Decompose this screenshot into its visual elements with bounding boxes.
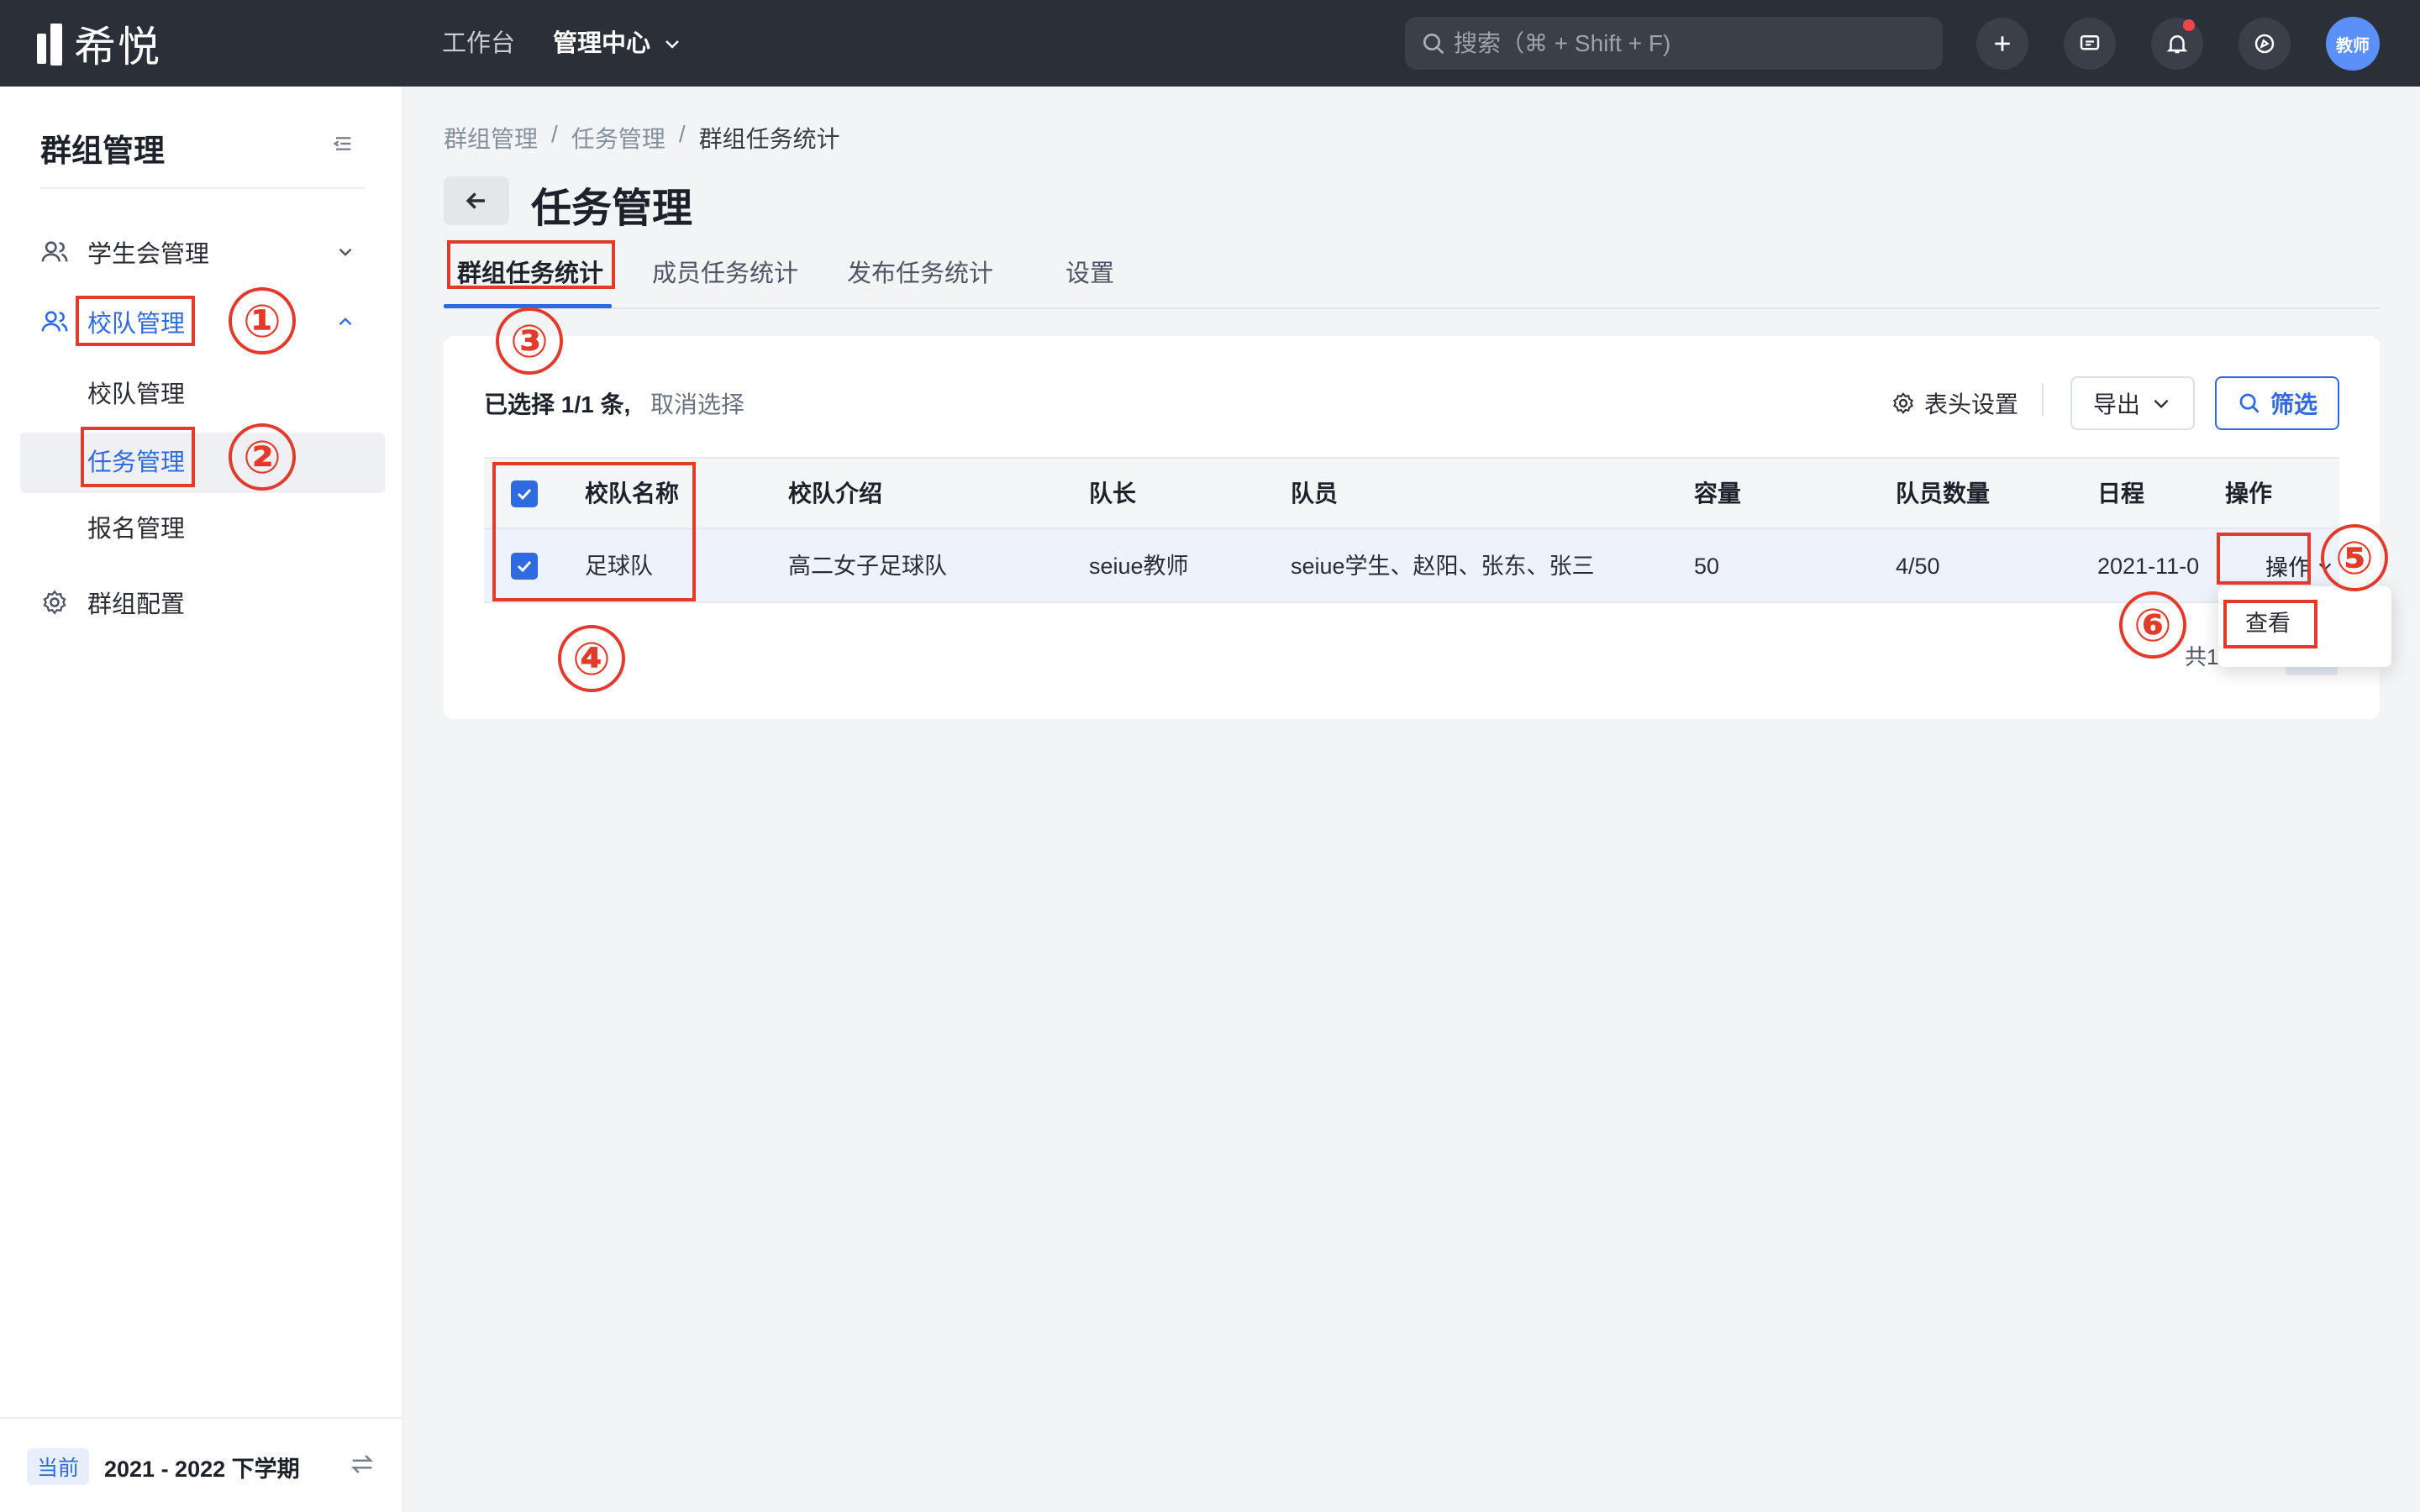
annotation-number: ② bbox=[229, 423, 296, 491]
chat-icon bbox=[2080, 35, 2100, 50]
cancel-selection-link[interactable]: 取消选择 bbox=[650, 386, 744, 420]
table-cell: 高二女子足球队 bbox=[788, 554, 947, 579]
table-cell: 2021-11-0 bbox=[2097, 554, 2200, 579]
annotation-highlight bbox=[447, 240, 615, 289]
annotation-highlight bbox=[81, 427, 195, 487]
sidebar-item-student-union[interactable]: 学生会管理 bbox=[40, 231, 209, 273]
chevron-up-icon[interactable] bbox=[334, 311, 356, 333]
search-input[interactable] bbox=[1454, 29, 1924, 57]
sidebar-title: 群组管理 bbox=[40, 134, 165, 168]
filter-label: 筛选 bbox=[2270, 391, 2317, 417]
search-icon bbox=[2239, 393, 2260, 413]
table-cell: 50 bbox=[1694, 554, 1720, 579]
plus-icon bbox=[1995, 36, 2010, 51]
sidebar-footer-divider bbox=[0, 1417, 403, 1419]
user-avatar[interactable]: 教师 bbox=[2326, 17, 2380, 71]
header-settings-label: 表头设置 bbox=[1924, 391, 2019, 417]
column-header[interactable]: 校队介绍 bbox=[788, 477, 882, 511]
chevron-down-icon bbox=[2154, 399, 2169, 409]
arrow-left-icon bbox=[466, 192, 485, 209]
annotation-number: ⑤ bbox=[2321, 524, 2388, 591]
annotation-number: ⑥ bbox=[2119, 591, 2186, 659]
chevron-down-icon[interactable] bbox=[662, 34, 682, 54]
sidebar-subitem-team-manage[interactable]: 校队管理 bbox=[87, 376, 185, 413]
notification-dot bbox=[2183, 19, 2195, 31]
tab-member-task-stats[interactable]: 成员任务统计 bbox=[652, 255, 798, 292]
export-button[interactable]: 导出 bbox=[2070, 376, 2195, 430]
sidebar-subitem-active-bg bbox=[20, 433, 385, 493]
annotation-highlight bbox=[76, 296, 195, 346]
sidebar-item-label: 学生会管理 bbox=[87, 241, 210, 268]
table-row[interactable]: 足球队 高二女子足球队 seiue教师 seiue学生、赵阳、张东、张三 50 … bbox=[484, 529, 2339, 603]
nav-workbench[interactable]: 工作台 bbox=[442, 25, 515, 62]
content-card: 已选择 1/1 条, 取消选择 表头设置 导出 筛选 校队名称 校队介绍 队长 … bbox=[444, 336, 2380, 719]
apps-button[interactable] bbox=[2238, 18, 2291, 70]
column-header[interactable]: 容量 bbox=[1694, 477, 1741, 511]
sidebar-item-group-config[interactable]: 群组配置 bbox=[40, 581, 185, 623]
tab-publish-task-stats[interactable]: 发布任务统计 bbox=[847, 255, 993, 292]
column-header[interactable]: 日程 bbox=[2097, 477, 2144, 511]
breadcrumb-separator: / bbox=[551, 121, 558, 147]
search-icon bbox=[1423, 33, 1444, 54]
table-cell: seiue教师 bbox=[1089, 554, 1189, 579]
header-settings-button[interactable]: 表头设置 bbox=[1891, 386, 2018, 420]
users-icon bbox=[41, 311, 68, 332]
global-search[interactable] bbox=[1405, 17, 1943, 70]
export-label: 导出 bbox=[2092, 391, 2140, 417]
term-text: 2021 - 2022 下学期 bbox=[104, 1457, 300, 1482]
column-header: 操作 bbox=[2225, 480, 2273, 507]
toolbar-divider bbox=[2042, 383, 2044, 417]
selection-info: 已选择 1/1 条, bbox=[484, 391, 631, 417]
gear-icon bbox=[43, 590, 66, 615]
total-count: 共1 bbox=[2185, 644, 2219, 669]
annotation-number: ① bbox=[229, 287, 296, 354]
tab-settings[interactable]: 设置 bbox=[1065, 255, 1114, 292]
gear-icon bbox=[1893, 392, 1913, 414]
switch-term-icon[interactable] bbox=[348, 1450, 376, 1478]
table-header: 校队名称 校队介绍 队长 队员 容量 队员数量 日程 操作 bbox=[484, 457, 2339, 529]
back-button[interactable] bbox=[444, 176, 509, 225]
breadcrumb-separator: / bbox=[678, 121, 686, 147]
table-cell: 4/50 bbox=[1896, 554, 1940, 579]
column-header[interactable]: 队长 bbox=[1089, 477, 1136, 511]
filter-button[interactable]: 筛选 bbox=[2215, 376, 2339, 430]
breadcrumb-current: 群组任务统计 bbox=[698, 126, 840, 152]
tab-bar: 群组任务统计 成员任务统计 发布任务统计 设置 bbox=[444, 244, 2380, 309]
column-header[interactable]: 队员 bbox=[1291, 477, 1338, 511]
annotation-highlight bbox=[492, 462, 696, 601]
annotation-highlight bbox=[2223, 600, 2317, 648]
column-header[interactable]: 队员数量 bbox=[1896, 477, 1990, 511]
top-bar: 希悦 工作台 管理中心 教师 bbox=[0, 0, 2420, 87]
logo-mark-icon bbox=[37, 22, 67, 66]
messages-button[interactable] bbox=[2064, 18, 2116, 70]
table-cell: seiue学生、赵阳、张东、张三 bbox=[1291, 554, 1595, 579]
breadcrumb: 群组管理 / 任务管理 / 群组任务统计 bbox=[444, 121, 840, 155]
page-title: 任务管理 bbox=[531, 186, 693, 231]
notifications-button[interactable] bbox=[2151, 18, 2203, 70]
annotation-number: ④ bbox=[558, 625, 625, 692]
breadcrumb-task-manage[interactable]: 任务管理 bbox=[571, 121, 666, 155]
logo-text: 希悦 bbox=[74, 24, 161, 71]
sidebar: 群组管理 学生会管理 校队管理 校队管理 任务管理 报名管理 群组配置 bbox=[0, 87, 403, 1512]
term-badge: 当前 bbox=[27, 1448, 90, 1485]
breadcrumb-group-manage[interactable]: 群组管理 bbox=[444, 121, 538, 155]
sidebar-item-label: 群组配置 bbox=[87, 591, 186, 618]
annotation-number: ③ bbox=[496, 307, 563, 375]
compass-icon bbox=[2254, 34, 2275, 54]
sidebar-divider bbox=[40, 187, 365, 189]
app-logo[interactable]: 希悦 bbox=[37, 20, 161, 71]
add-button[interactable] bbox=[1976, 18, 2028, 70]
nav-admin-center[interactable]: 管理中心 bbox=[553, 25, 650, 62]
annotation-highlight bbox=[2217, 533, 2311, 585]
chevron-down-icon[interactable] bbox=[334, 241, 356, 263]
bell-icon bbox=[2166, 35, 2188, 54]
users-icon bbox=[41, 241, 68, 262]
collapse-sidebar-icon[interactable] bbox=[329, 130, 356, 157]
sidebar-subitem-signup-manage[interactable]: 报名管理 bbox=[87, 511, 185, 548]
